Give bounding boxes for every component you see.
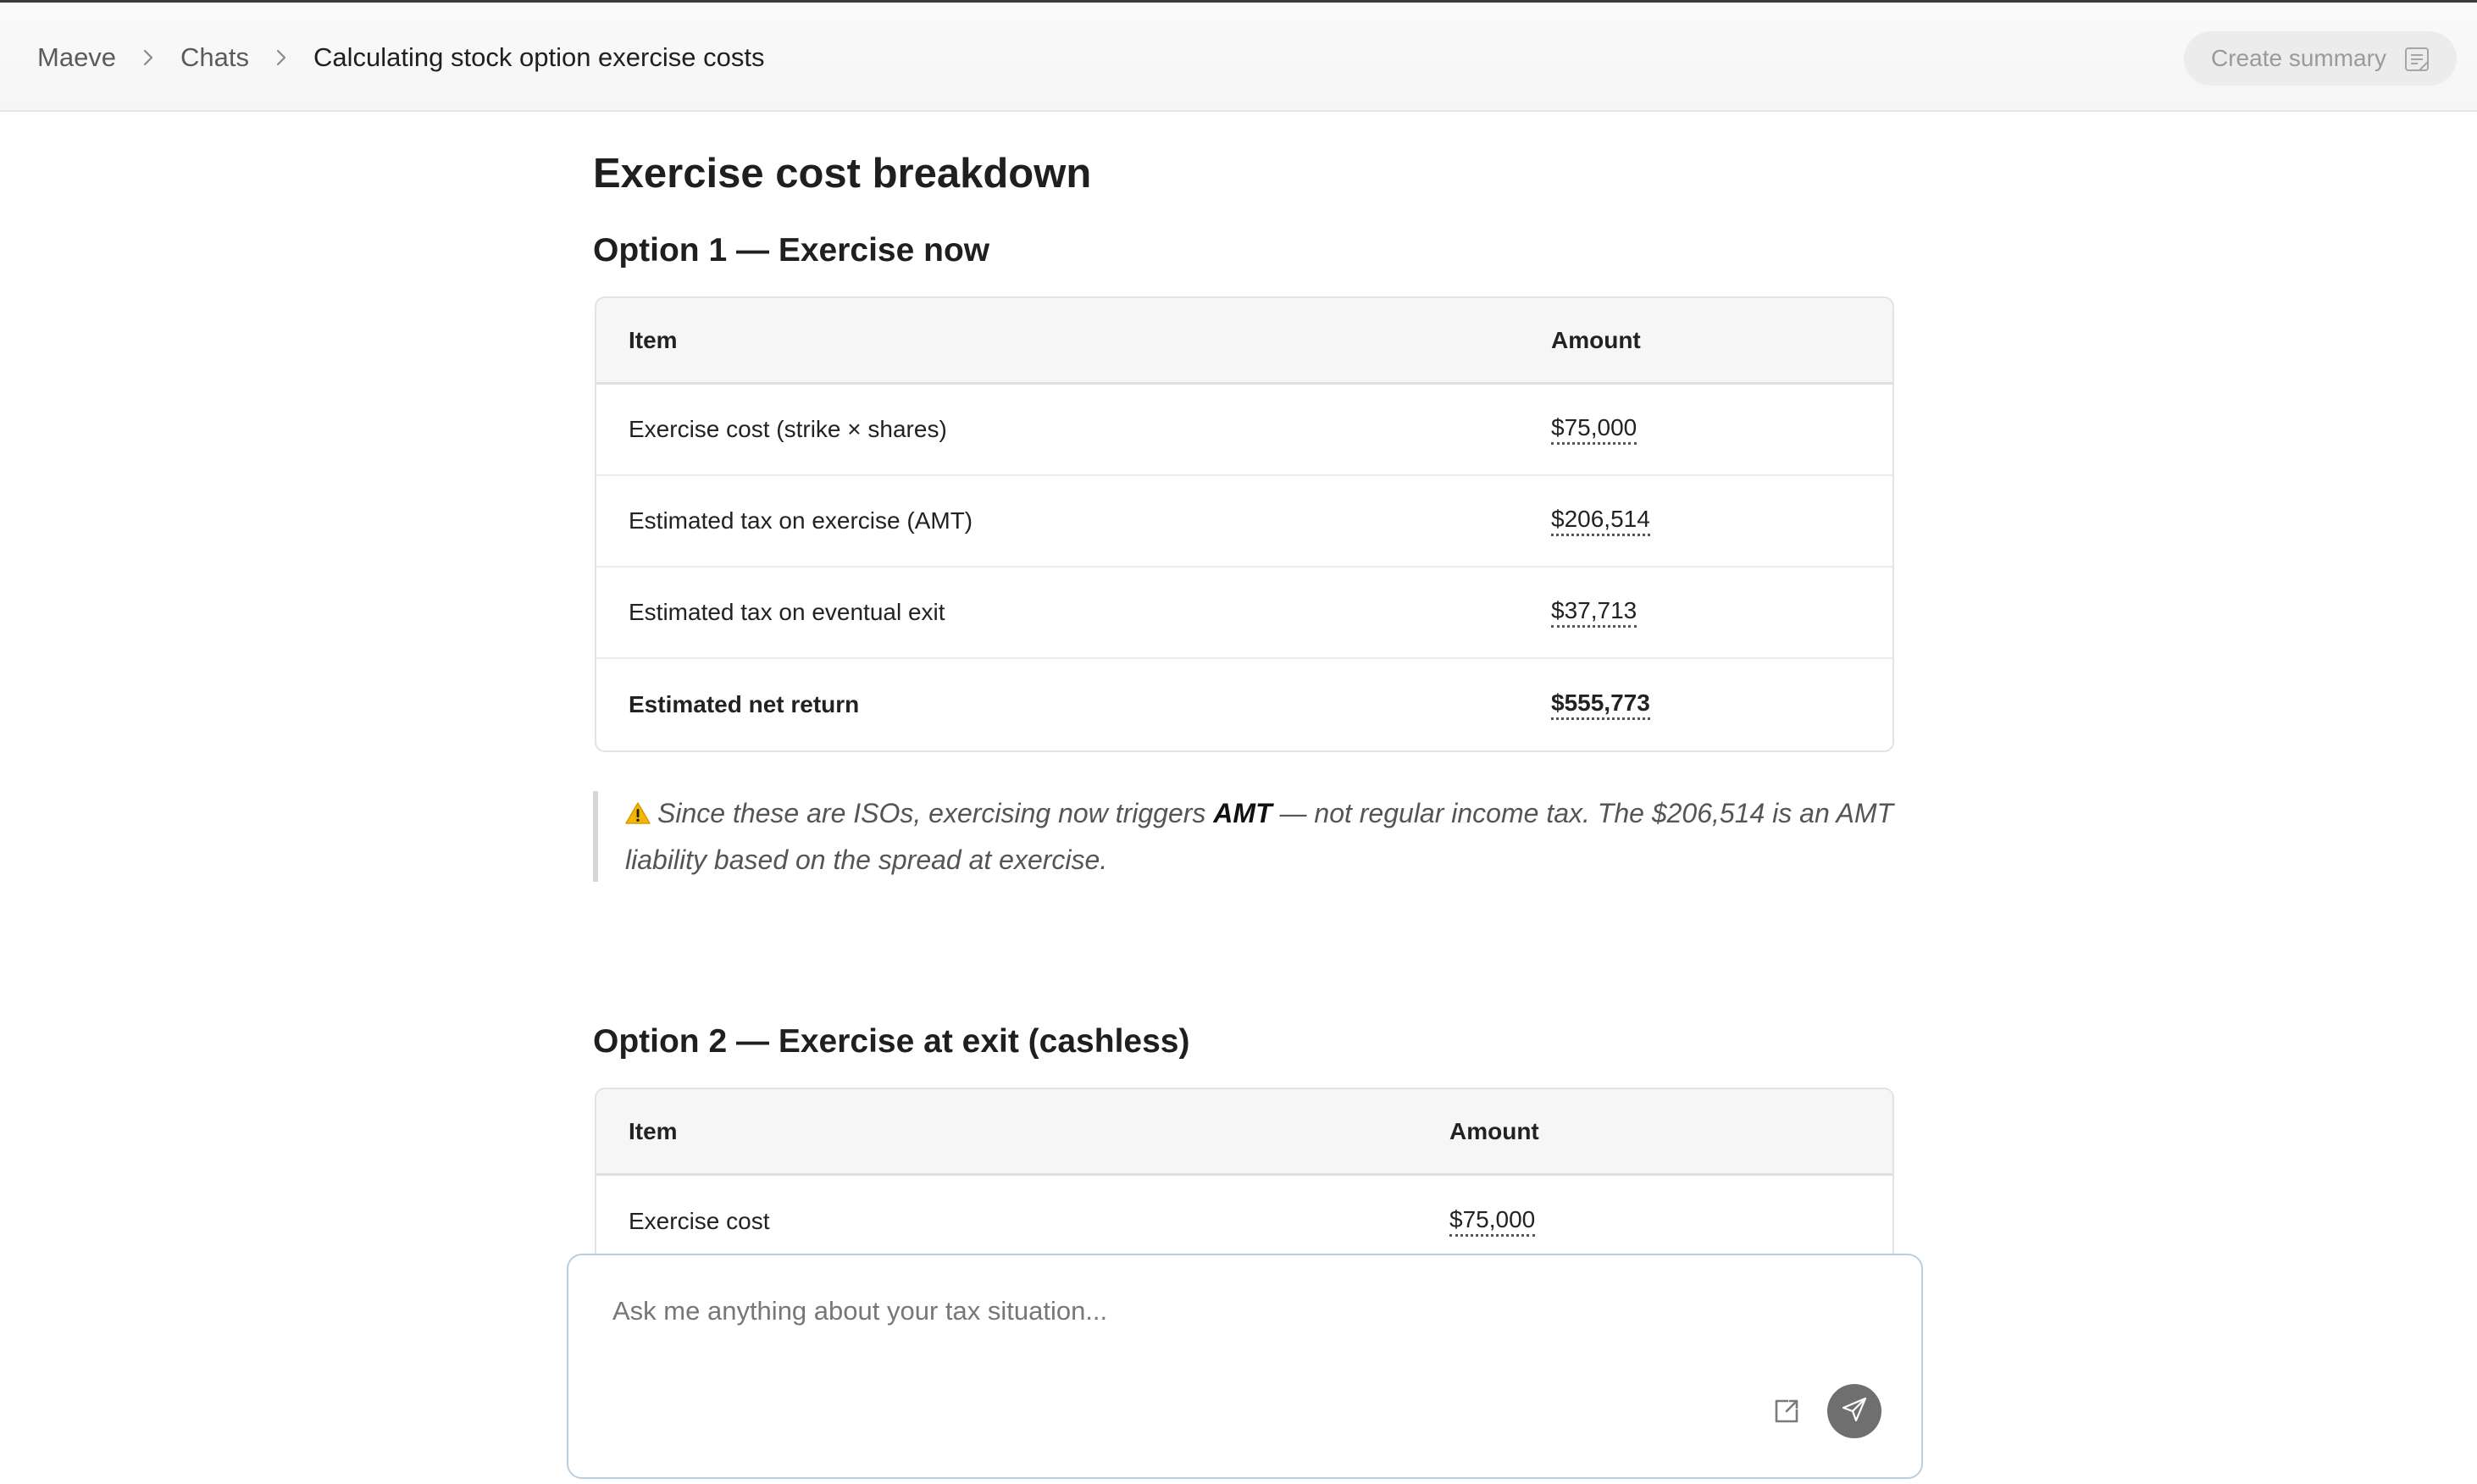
row-amount[interactable]: $75,000: [1551, 414, 1637, 445]
option2-table: Item Amount Exercise cost $75,000: [595, 1088, 1894, 1269]
callout-text-prefix: Since these are ISOs, exercising now tri…: [657, 798, 1214, 828]
row-amount[interactable]: $555,773: [1551, 689, 1650, 720]
message-composer: [567, 1254, 1923, 1479]
table-row: Exercise cost (strike × shares) $75,000: [596, 385, 1892, 476]
breadcrumb-chats[interactable]: Chats: [180, 42, 249, 73]
column-header-item: Item: [629, 326, 678, 353]
message-input[interactable]: [612, 1291, 1866, 1332]
row-amount[interactable]: $206,514: [1551, 506, 1650, 536]
row-item: Estimated net return: [629, 691, 860, 717]
option1-title: Option 1 — Exercise now: [593, 232, 990, 269]
row-amount[interactable]: $75,000: [1449, 1206, 1536, 1237]
chevron-right-icon: [131, 41, 165, 75]
breadcrumb-current: Calculating stock option exercise costs: [313, 42, 765, 72]
row-amount[interactable]: $37,713: [1551, 597, 1637, 628]
row-item: Exercise cost: [629, 1208, 770, 1234]
row-item: Exercise cost (strike × shares): [629, 416, 947, 442]
breadcrumb: Maeve Chats Calculating stock option exe…: [37, 36, 764, 79]
warning-icon: [625, 794, 651, 838]
table-header: Item Amount: [596, 1089, 1892, 1176]
row-item: Estimated tax on exercise (AMT): [629, 507, 973, 534]
callout-text-bold: AMT: [1213, 798, 1272, 828]
table-header: Item Amount: [596, 298, 1892, 385]
send-icon: [1840, 1395, 1869, 1428]
create-summary-button[interactable]: Create summary: [2184, 31, 2457, 86]
column-header-amount: Amount: [1551, 326, 1641, 353]
table-row: Estimated tax on exercise (AMT) $206,514: [596, 476, 1892, 568]
column-header-item: Item: [629, 1117, 678, 1144]
page-title: Exercise cost breakdown: [593, 151, 1092, 197]
breadcrumb-root[interactable]: Maeve: [37, 42, 116, 73]
option2-title: Option 2 — Exercise at exit (cashless): [593, 1023, 1190, 1060]
external-link-icon[interactable]: [1770, 1394, 1804, 1428]
send-button[interactable]: [1827, 1384, 1881, 1438]
amt-note-callout: Since these are ISOs, exercising now tri…: [593, 791, 1898, 882]
option1-table: Item Amount Exercise cost (strike × shar…: [595, 296, 1894, 752]
row-item: Estimated tax on eventual exit: [629, 599, 945, 625]
summary-doc-icon: [2402, 45, 2431, 80]
chevron-right-icon: [264, 41, 298, 75]
top-bar: Maeve Chats Calculating stock option exe…: [0, 0, 2477, 112]
create-summary-label: Create summary: [2211, 45, 2386, 71]
table-row: Estimated tax on eventual exit $37,713: [596, 568, 1892, 659]
table-row-total: Estimated net return $555,773: [596, 659, 1892, 750]
column-header-amount: Amount: [1449, 1117, 1539, 1144]
